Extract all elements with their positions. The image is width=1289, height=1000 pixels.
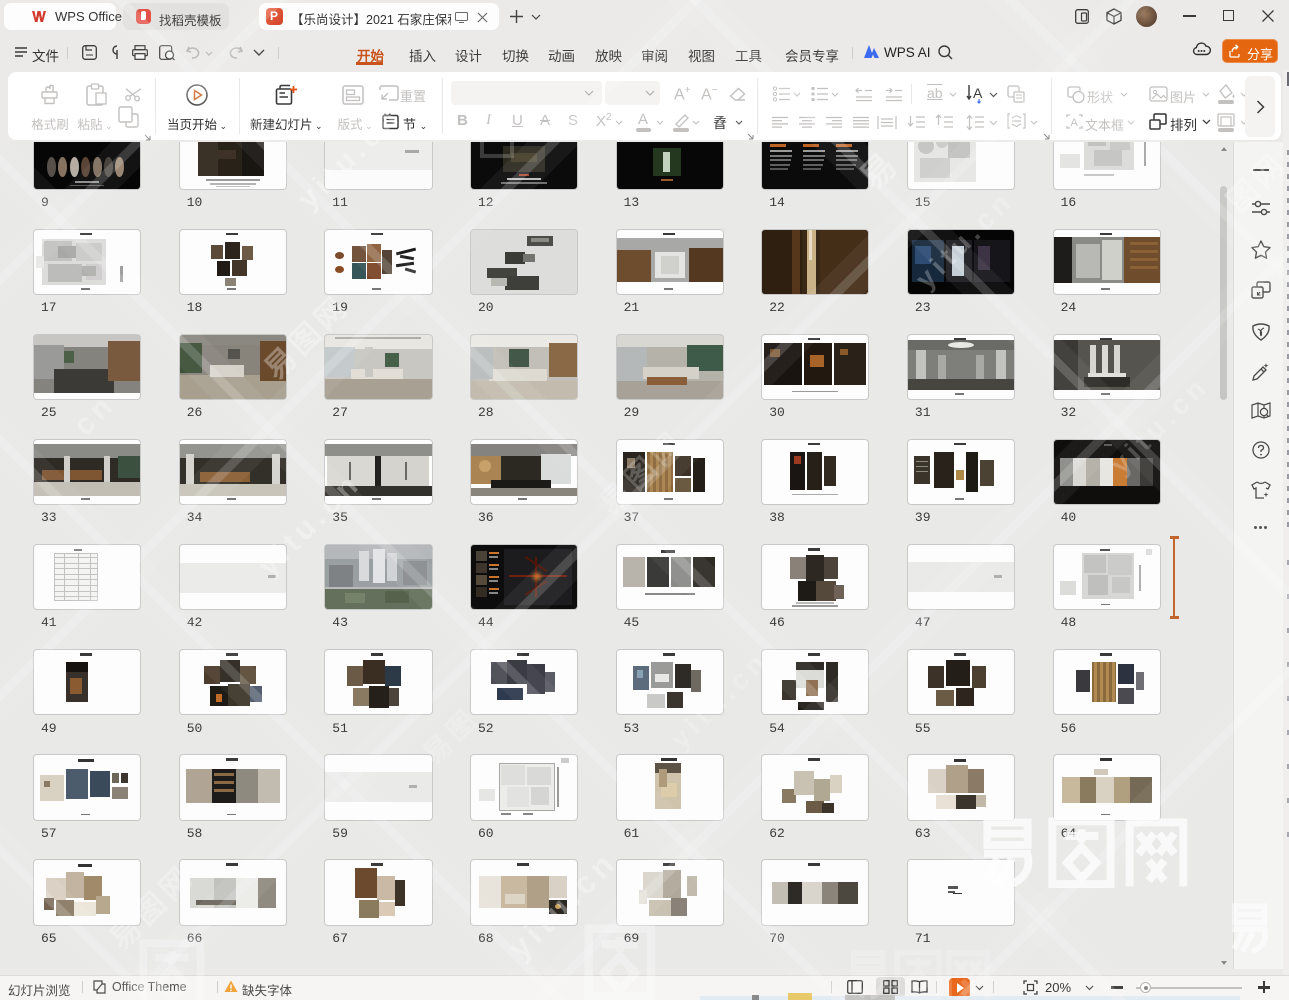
- svg-text:A: A: [973, 85, 983, 101]
- svg-text:A: A: [1071, 117, 1079, 129]
